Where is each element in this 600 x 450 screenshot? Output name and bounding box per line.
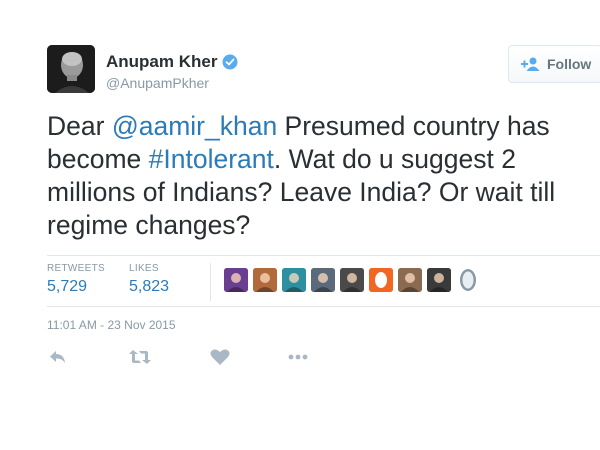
divider (47, 255, 600, 256)
liker-avatar[interactable] (340, 268, 364, 292)
liker-avatar[interactable] (224, 268, 248, 292)
liker-avatar[interactable] (398, 268, 422, 292)
tweet-card: Anupam Kher @AnupamPkher Follow Dear @aa… (0, 0, 600, 450)
verified-badge-icon (222, 54, 238, 70)
mention-link[interactable]: @aamir_khan (112, 111, 277, 141)
liker-avatar[interactable] (282, 268, 306, 292)
timestamp[interactable]: 11:01 AM - 23 Nov 2015 (47, 318, 176, 332)
retweet-icon[interactable] (128, 348, 152, 366)
hashtag-link[interactable]: #Intolerant (149, 144, 274, 174)
follow-button[interactable]: Follow (508, 45, 600, 83)
author-handle[interactable]: @AnupamPkher (106, 75, 209, 91)
like-icon[interactable] (209, 348, 231, 366)
more-icon[interactable] (287, 348, 309, 366)
liker-avatar[interactable] (427, 268, 451, 292)
retweets-label: RETWEETS (47, 263, 105, 274)
follow-button-label: Follow (547, 56, 592, 72)
liker-avatar[interactable] (369, 268, 393, 292)
author-name-row[interactable]: Anupam Kher (106, 52, 238, 72)
likes-count[interactable]: 5,823 (129, 278, 169, 296)
liker-avatar[interactable] (311, 268, 335, 292)
tweet-text-segment: Dear (47, 111, 112, 141)
add-user-icon (521, 57, 541, 71)
reply-icon[interactable] (48, 348, 70, 366)
stats-separator (210, 263, 211, 301)
author-name[interactable]: Anupam Kher (106, 52, 217, 72)
likes-label: LIKES (129, 263, 159, 274)
retweets-count[interactable]: 5,729 (47, 278, 87, 296)
avatar[interactable] (47, 45, 95, 93)
likers-avatars (224, 268, 485, 292)
tweet-text: Dear @aamir_khan Presumed country has be… (47, 110, 600, 242)
divider (47, 306, 600, 307)
liker-avatar[interactable] (253, 268, 277, 292)
liker-avatar[interactable] (456, 268, 480, 292)
